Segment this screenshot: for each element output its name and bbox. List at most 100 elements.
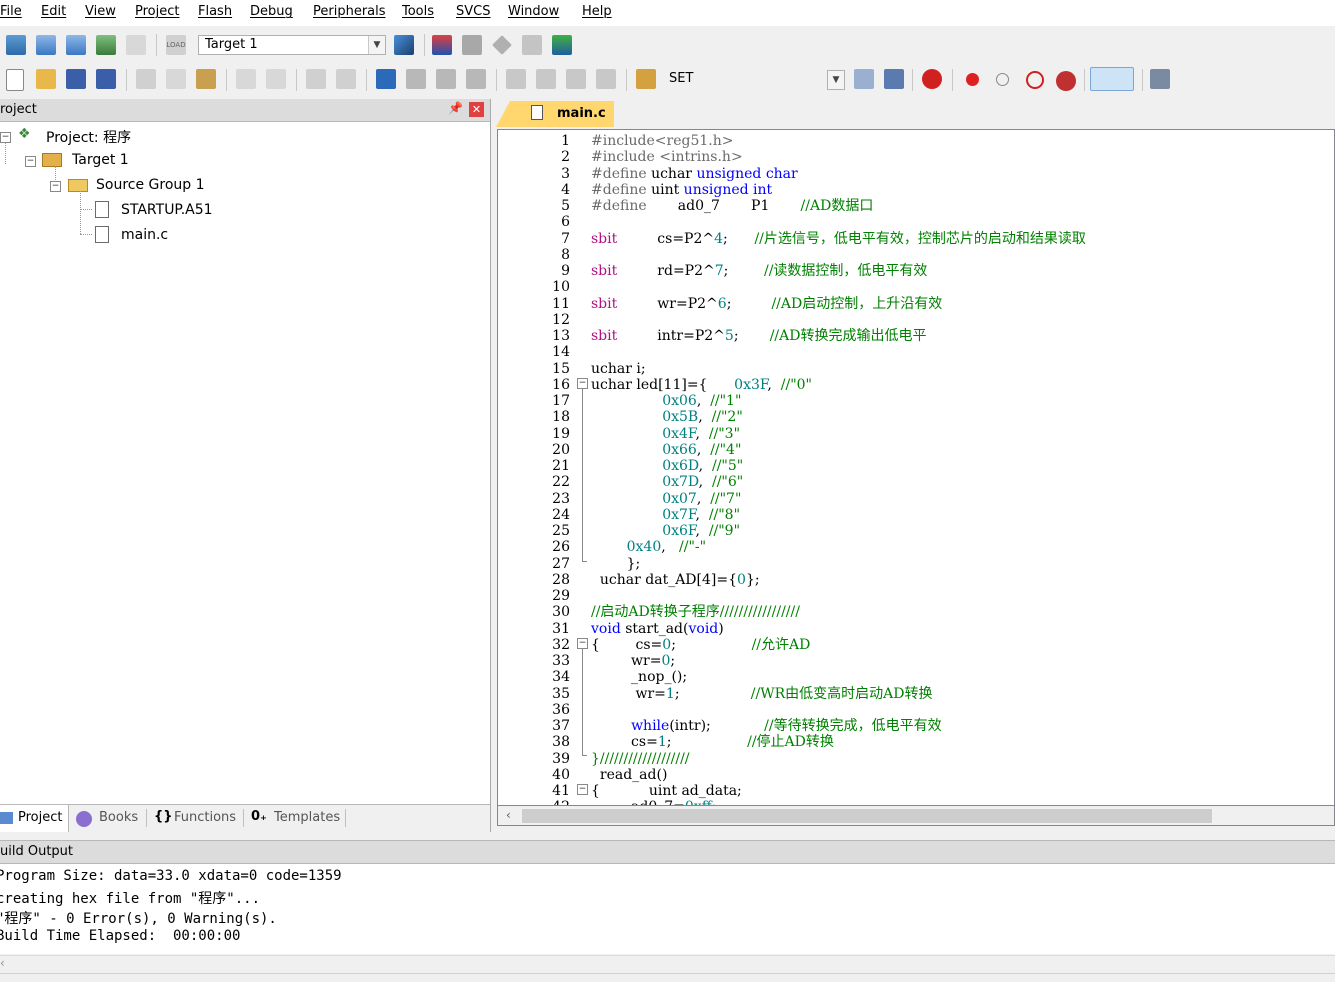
code-line[interactable]: 9 sbit rd=P2^7; //读数据控制，低电平有效 [498,263,1334,279]
copy-icon[interactable] [166,69,186,89]
code-line[interactable]: 5 #define ad0_7 P1 //AD数据口 [498,198,1334,214]
code-line[interactable]: 41 { uint ad_data; [498,783,1334,799]
tree-project[interactable]: Project: 程序 [46,127,131,147]
tab-project[interactable]: Project [0,805,69,832]
code-line[interactable]: 10 [498,279,1334,295]
code-line[interactable]: 30 //启动AD转换子程序///////////////// [498,604,1334,620]
fold-icon[interactable]: − [577,378,588,389]
code-line[interactable]: 1 #include<reg51.h> [498,133,1334,149]
tab-functions[interactable]: Functions [174,810,236,825]
code-line[interactable]: 8 [498,247,1334,263]
code-line[interactable]: 32 { cs=0; //允许AD [498,637,1334,653]
code-line[interactable]: 3 #define uchar unsigned char [498,166,1334,182]
menu-peripherals[interactable]: Peripherals [313,4,386,19]
indent-icon[interactable] [506,69,526,89]
code-line[interactable]: 12 [498,312,1334,328]
code-line[interactable]: 15 uchar i; [498,361,1334,377]
code-line[interactable]: 22 0x7D, //"6" [498,474,1334,490]
disable-all-breakpoints-icon[interactable] [1026,71,1044,89]
navigate-forward-icon[interactable] [336,69,356,89]
code-line[interactable]: 11 sbit wr=P2^6; //AD启动控制，上升沿有效 [498,296,1334,312]
code-line[interactable]: 4 #define uint unsigned int [498,182,1334,198]
undo-icon[interactable] [236,69,256,89]
code-line[interactable]: 23 0x07, //"7" [498,491,1334,507]
code-line[interactable]: 18 0x5B, //"2" [498,409,1334,425]
translate-icon[interactable] [6,35,26,55]
find-select[interactable]: SET ▼ [662,69,846,90]
code-line[interactable]: 31 void start_ad(void) [498,621,1334,637]
code-line[interactable]: 28 uchar dat_AD[4]={0}; [498,572,1334,588]
stop-build-icon[interactable] [126,35,146,55]
save-all-icon[interactable] [96,69,116,89]
clear-bookmarks-icon[interactable] [466,69,486,89]
tree-file-startup[interactable]: STARTUP.A51 [121,202,213,218]
cut-icon[interactable] [136,69,156,89]
file-extensions-icon[interactable] [432,35,452,55]
new-file-icon[interactable] [6,69,24,91]
code-line[interactable]: 2 #include <intrins.h> [498,149,1334,165]
scroll-left-icon[interactable]: ‹ [506,808,511,822]
bookmark-icon[interactable] [376,69,396,89]
disable-breakpoint-icon[interactable] [996,73,1009,86]
code-line[interactable]: 13 sbit intr=P2^5; //AD转换完成输出低电平 [498,328,1334,344]
paste-icon[interactable] [196,69,216,89]
menu-window[interactable]: Window [508,4,559,19]
save-icon[interactable] [66,69,86,89]
code-line[interactable]: 33 wr=0; [498,653,1334,669]
find-icon[interactable] [854,69,874,89]
run-time-environment-icon[interactable] [552,35,572,55]
next-bookmark-icon[interactable] [436,69,456,89]
rebuild-icon[interactable] [66,35,86,55]
tree-source-group[interactable]: Source Group 1 [96,177,205,193]
pack-installer-icon[interactable] [522,35,542,55]
build-output-scrollbar[interactable]: ‹ [0,955,1335,974]
find-in-files-icon[interactable] [636,69,656,89]
fold-icon[interactable]: − [577,784,588,795]
chevron-down-icon[interactable]: ▼ [368,36,385,54]
scrollbar-thumb[interactable] [522,809,1212,823]
comment-icon[interactable] [566,69,586,89]
kill-all-breakpoints-icon[interactable] [1056,71,1076,91]
code-line[interactable]: 20 0x66, //"4" [498,442,1334,458]
window-layout-icon[interactable] [1090,67,1134,91]
code-line[interactable]: 6 [498,214,1334,230]
target-options-icon[interactable] [394,35,414,55]
uncomment-icon[interactable] [596,69,616,89]
code-line[interactable]: 16 uchar led[11]={ 0x3F, //"0" [498,377,1334,393]
code-line[interactable]: 21 0x6D, //"5" [498,458,1334,474]
target-select[interactable]: Target 1 ▼ [198,35,386,55]
prev-bookmark-icon[interactable] [406,69,426,89]
tree-target[interactable]: Target 1 [72,152,129,168]
pin-icon[interactable]: 📌 [448,101,463,115]
select-pack-icon[interactable] [492,35,512,55]
code-line[interactable]: 39}/////////////////// [498,751,1334,767]
incremental-find-icon[interactable] [884,69,904,89]
code-line[interactable]: 26 0x40, //"-" [498,539,1334,555]
code-line[interactable]: 19 0x4F, //"3" [498,426,1334,442]
breakpoint-icon[interactable] [966,73,979,86]
debug-session-icon[interactable] [922,69,942,89]
code-line[interactable]: 37 while(intr); //等待转换完成，低电平有效 [498,718,1334,734]
collapse-icon[interactable]: − [25,156,36,167]
menu-edit[interactable]: Edit [41,4,66,19]
collapse-icon[interactable]: − [0,132,11,143]
navigate-back-icon[interactable] [306,69,326,89]
code-line[interactable]: 25 0x6F, //"9" [498,523,1334,539]
redo-icon[interactable] [266,69,286,89]
menu-flash[interactable]: Flash [198,4,232,19]
fold-icon[interactable]: − [577,638,588,649]
build-icon[interactable] [36,35,56,55]
tab-templates[interactable]: Templates [274,810,340,825]
code-line[interactable]: 36 [498,702,1334,718]
code-line[interactable]: 24 0x7F, //"8" [498,507,1334,523]
code-line[interactable]: 42 ad0_7=0xff; [498,799,1334,805]
collapse-icon[interactable]: − [50,181,61,192]
menu-help[interactable]: Help [582,4,612,19]
scroll-left-icon[interactable]: ‹ [0,956,5,970]
tree-file-main[interactable]: main.c [121,227,168,243]
download-icon[interactable]: LOAD [166,35,186,55]
unindent-icon[interactable] [536,69,556,89]
menu-view[interactable]: View [85,4,116,19]
menu-debug[interactable]: Debug [250,4,293,19]
manage-components-icon[interactable] [462,35,482,55]
